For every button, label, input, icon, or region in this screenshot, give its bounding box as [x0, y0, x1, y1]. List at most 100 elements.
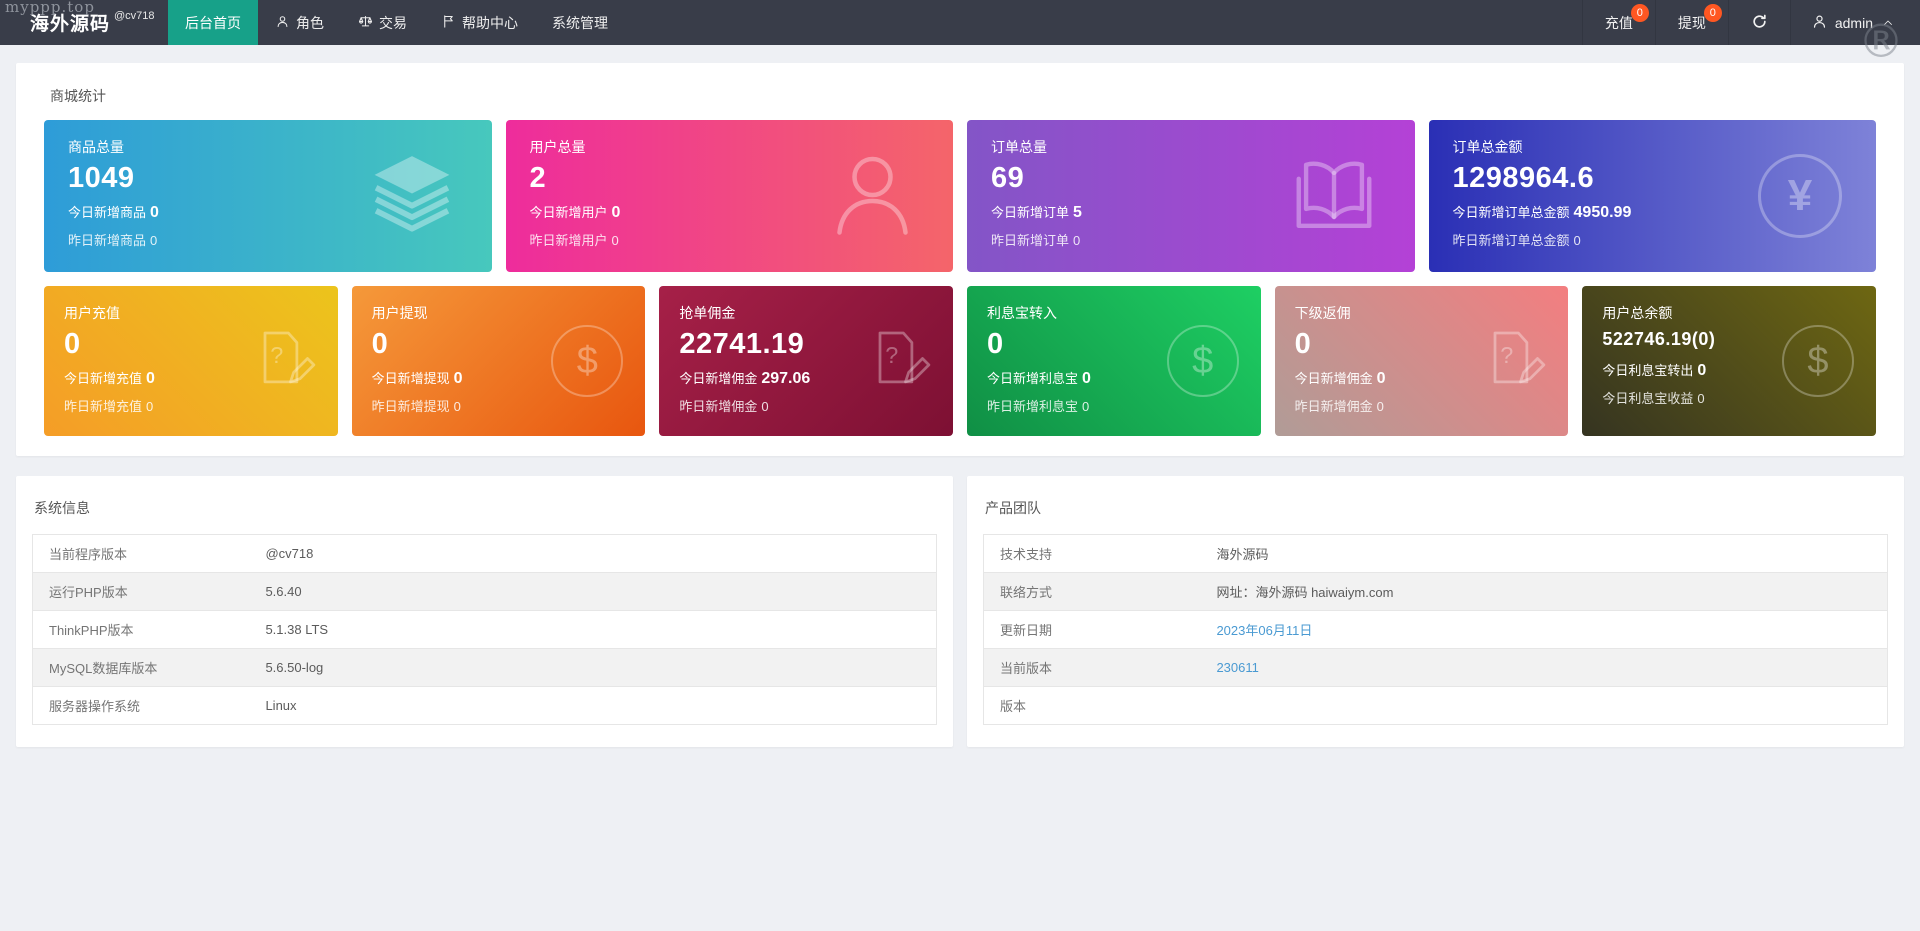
nav-item-home[interactable]: 后台首页: [168, 0, 258, 45]
withdraw-badge: 0: [1703, 4, 1722, 22]
card-title: 用户总余额: [1602, 305, 1673, 321]
small-stat-cards: 用户充值 0 今日新增充值 0 昨日新增充值 0 ? 用户提现 0 今日新增提现 0 …: [32, 286, 1888, 436]
system-info-title: 系统信息: [34, 500, 90, 516]
scale-icon: [358, 14, 373, 32]
row-value: Linux: [265, 698, 297, 713]
doc-pencil-icon: ?: [1478, 325, 1546, 398]
row-label: 技术支持: [983, 534, 1201, 573]
table-row: 更新日期 2023年06月11日: [983, 610, 1888, 649]
user-icon: [1811, 13, 1828, 33]
yesterday-label: 昨日新增提现: [371, 399, 450, 414]
today-label: 今日利息宝转出: [1602, 363, 1694, 378]
row-value: 5.1.38 LTS: [249, 610, 937, 649]
refresh-button[interactable]: [1727, 0, 1790, 45]
refresh-icon: [1751, 13, 1768, 33]
nav-item-system-management[interactable]: 系统管理: [535, 0, 625, 45]
yesterday-value: 0: [150, 233, 158, 248]
yesterday-label: 昨日新增利息宝: [986, 399, 1078, 414]
today-value: 0: [611, 204, 621, 221]
nav-item-label: 角色: [296, 14, 324, 31]
dollar-circle-icon: $: [1166, 325, 1239, 397]
top-navbar: 海外源码 @cv718 后台首页 角色 交易 帮助中心 系统管理 充值 0 提现…: [0, 0, 1920, 45]
table-row: MySQL数据库版本 5.6.50-log: [32, 648, 937, 687]
row-value: 海外源码: [1200, 534, 1888, 573]
nav-item-roles[interactable]: 角色: [258, 0, 341, 45]
stat-card-goods-total: 商品总量 1049 今日新增商品 0 昨日新增商品 0: [44, 120, 492, 272]
yen-circle-icon: ¥: [1758, 154, 1842, 238]
stat-card-interest-in: 利息宝转入 0 今日新增利息宝 0 昨日新增利息宝 0 $: [966, 286, 1261, 436]
system-info-panel: 系统信息 当前程序版本 @cv718 运行PHP版本 5.6.40 ThinkPHP…: [16, 476, 953, 747]
card-title: 下级返佣: [1294, 305, 1351, 321]
yesterday-label: 今日利息宝收益: [1602, 391, 1694, 406]
today-value: 0: [1376, 370, 1386, 387]
card-title: 用户提现: [371, 305, 428, 321]
today-value: 0: [150, 204, 159, 221]
today-label: 今日新增用户: [529, 205, 608, 220]
logo-text: 海外源码: [30, 14, 111, 35]
row-label: ThinkPHP版本: [32, 610, 250, 649]
table-row: ThinkPHP版本 5.1.38 LTS: [32, 610, 937, 649]
update-date-link[interactable]: 2023年06月11日: [1200, 610, 1888, 649]
username: admin: [1834, 14, 1873, 31]
row-value: 5.6.50-log: [249, 648, 937, 687]
logo-version: @cv718: [114, 9, 155, 22]
current-version-link[interactable]: 230611: [1200, 648, 1888, 687]
book-icon: [1287, 147, 1381, 246]
table-row: 运行PHP版本 5.6.40: [32, 572, 937, 611]
nav-item-label: 系统管理: [552, 14, 608, 31]
row-value: 5.6.40: [249, 572, 937, 611]
nav-item-label: 后台首页: [185, 14, 241, 31]
stat-card-orders-total: 订单总量 69 今日新增订单 5 昨日新增订单 0: [967, 120, 1415, 272]
nav-item-label: 交易: [379, 14, 407, 31]
yesterday-label: 昨日新增订单: [991, 233, 1070, 248]
user-menu[interactable]: admin: [1789, 0, 1920, 45]
doc-pencil-icon: ?: [863, 325, 931, 398]
yesterday-value: 0: [611, 233, 619, 248]
stat-card-order-amount: 订单总金额 1298964.6 今日新增订单总金额 4950.99 昨日新增订单总…: [1428, 120, 1876, 272]
stat-card-user-recharge: 用户充值 0 今日新增充值 0 昨日新增充值 0 ?: [44, 286, 338, 436]
yesterday-value: 0: [146, 399, 154, 414]
recharge-button[interactable]: 充值 0: [1581, 0, 1655, 45]
today-label: 今日新增佣金: [1294, 371, 1373, 386]
yesterday-value: 0: [1073, 233, 1081, 248]
logo[interactable]: 海外源码 @cv718: [0, 0, 168, 45]
today-value: 297.06: [761, 370, 811, 387]
svg-text:?: ?: [1501, 342, 1514, 368]
yesterday-value: 0: [453, 399, 461, 414]
main-content: 商城统计 商品总量 1049 今日新增商品 0 昨日新增商品 0 用户总量 2 今日…: [0, 45, 1920, 747]
today-value: 0: [146, 370, 155, 387]
chevron-up-icon: [1884, 20, 1892, 25]
nav-item-help-center[interactable]: 帮助中心: [424, 0, 535, 45]
withdraw-button[interactable]: 提现 0: [1654, 0, 1728, 45]
row-value: [1200, 687, 1887, 725]
yesterday-label: 昨日新增订单总金额: [1452, 233, 1570, 248]
row-label: 运行PHP版本: [32, 572, 250, 611]
product-team-title: 产品团队: [985, 500, 1041, 516]
today-label: 今日新增利息宝: [986, 371, 1078, 386]
today-value: 0: [1697, 362, 1707, 379]
svg-text:?: ?: [885, 342, 898, 368]
yesterday-value: 0: [1573, 233, 1581, 248]
dollar-circle-icon: $: [1781, 325, 1854, 397]
flag-icon: [441, 14, 456, 32]
stat-card-sub-rebate: 下级返佣 0 今日新增佣金 0 昨日新增佣金 0 ?: [1274, 286, 1569, 436]
yesterday-label: 昨日新增充值: [64, 399, 143, 414]
table-row: 联络方式 网址：海外源码 haiwaiym.com: [983, 572, 1888, 611]
row-value: @cv718: [249, 534, 937, 573]
stats-panel: 商城统计 商品总量 1049 今日新增商品 0 昨日新增商品 0 用户总量 2 今日…: [16, 63, 1904, 456]
big-stat-cards: 商品总量 1049 今日新增商品 0 昨日新增商品 0 用户总量 2 今日新增用户 0…: [32, 120, 1888, 272]
row-label: MySQL数据库版本: [32, 648, 250, 687]
person-icon: [823, 146, 919, 247]
card-title: 抢单佣金: [679, 305, 736, 321]
nav-item-transactions[interactable]: 交易: [341, 0, 424, 45]
row-label: 当前版本: [983, 648, 1201, 687]
doc-pencil-icon: ?: [248, 325, 316, 398]
yesterday-label: 昨日新增佣金: [1294, 399, 1373, 414]
today-label: 今日新增提现: [371, 371, 450, 386]
svg-text:?: ?: [270, 342, 283, 368]
today-label: 今日新增订单: [991, 205, 1070, 220]
table-row: 技术支持 海外源码: [983, 534, 1888, 573]
stat-card-users-total: 用户总量 2 今日新增用户 0 昨日新增用户 0: [505, 120, 953, 272]
stat-card-user-balance: 用户总余额 522746.19(0) 今日利息宝转出 0 今日利息宝收益 0 $: [1582, 286, 1876, 436]
yesterday-value: 0: [1376, 399, 1384, 414]
